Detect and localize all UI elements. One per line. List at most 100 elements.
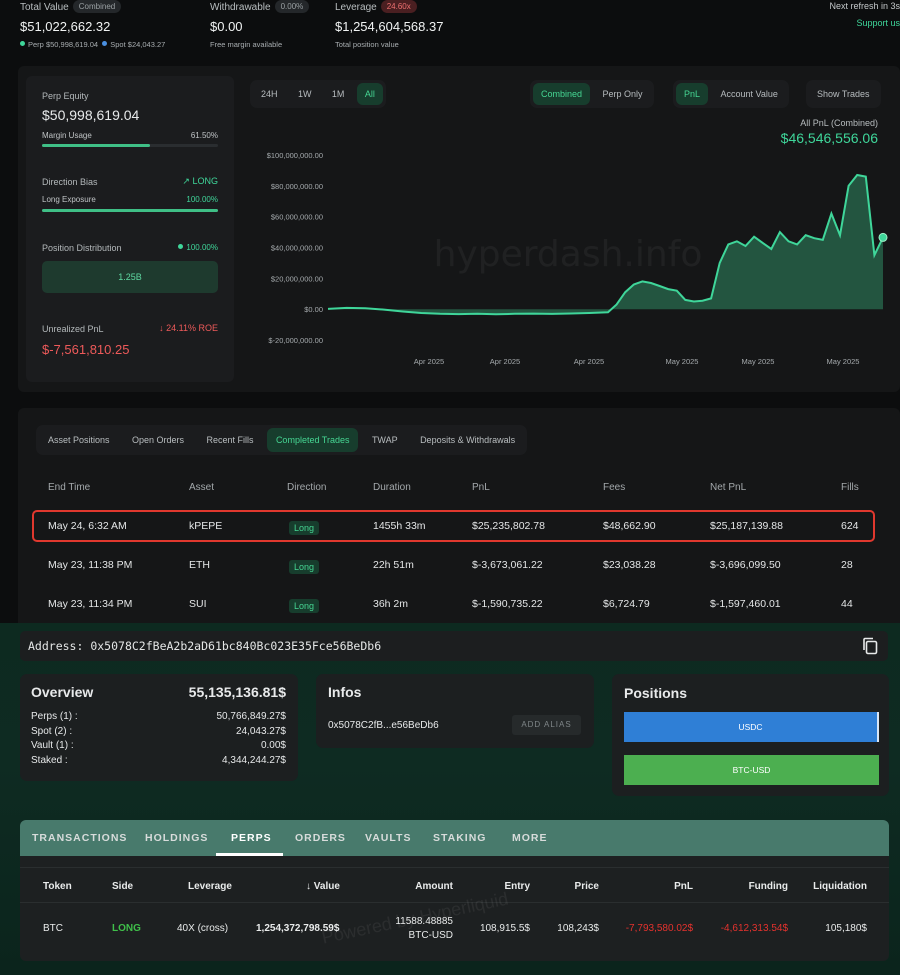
- y-tick-label: $20,000,000.00: [271, 274, 323, 283]
- col-liquidation[interactable]: Liquidation: [813, 881, 867, 892]
- tab-transactions[interactable]: TRANSACTIONS: [32, 832, 127, 844]
- table-row[interactable]: May 24, 6:32 AM kPEPE Long 1455h 33m $25,235…: [0, 520, 900, 536]
- y-tick-label: $80,000,000.00: [271, 182, 323, 191]
- col-duration[interactable]: Duration: [373, 482, 411, 493]
- unrealized-pnl-label: Unrealized PnL: [42, 324, 104, 334]
- perp-equity-value: $50,998,619.04: [42, 107, 140, 123]
- table-row[interactable]: May 23, 11:38 PM ETH Long 22h 51m $-3,673,06…: [0, 559, 900, 575]
- y-tick-label: $40,000,000.00: [271, 244, 323, 253]
- direction-bias-value: LONG: [192, 176, 218, 186]
- address-text: Address: 0x5078C2fBeA2b2aD61bc840Bc023E3…: [28, 639, 381, 653]
- range-all[interactable]: All: [356, 83, 383, 105]
- tab-staking[interactable]: STAKING: [433, 832, 486, 844]
- mode-combined[interactable]: Combined: [533, 83, 591, 105]
- perps-table-card: TRANSACTIONS HOLDINGS PERPS ORDERS VAULT…: [20, 820, 889, 961]
- col-asset[interactable]: Asset: [189, 482, 214, 493]
- positions-card: Positions USDC BTC-USD: [612, 674, 889, 796]
- position-bar-usdc[interactable]: USDC: [624, 712, 879, 742]
- metric-pnl[interactable]: PnL: [676, 83, 709, 105]
- infos-card: Infos 0x5078C2fB...e56BeDb6 ADD ALIAS: [316, 674, 594, 748]
- row-direction: Long: [289, 560, 320, 574]
- tab-deposits-withdrawals[interactable]: Deposits & Withdrawals: [411, 428, 524, 452]
- overview-row-value: 0.00$: [260, 740, 286, 751]
- leverage-badge: 24.60x: [380, 0, 417, 13]
- x-tick-label: May 2025: [827, 357, 860, 366]
- row-pnl: $-1,590,735.22: [472, 598, 543, 610]
- overview-row-value: 4,344,244.27$: [222, 754, 286, 766]
- row-fills: 28: [841, 559, 853, 571]
- row-asset: kPEPE: [189, 520, 223, 532]
- col-funding[interactable]: Funding: [749, 881, 788, 892]
- overview-row-value: 24,043.27$: [235, 725, 286, 737]
- row-entry: 108,915.5$: [479, 923, 530, 934]
- range-1m[interactable]: 1M: [324, 83, 353, 105]
- trades-tabs: Asset Positions Open Orders Recent Fills…: [36, 425, 528, 455]
- col-token[interactable]: Token: [43, 881, 72, 892]
- tab-orders[interactable]: ORDERS: [295, 832, 346, 844]
- tab-completed-trades[interactable]: Completed Trades: [266, 428, 359, 452]
- row-end-time: May 24, 6:32 AM: [48, 520, 127, 532]
- address-bar: Address: 0x5078C2fBeA2b2aD61bc840Bc023E3…: [20, 631, 888, 661]
- address-value[interactable]: 0x5078C2fBeA2b2aD61bc840Bc023E35Fce56BeD…: [90, 639, 381, 653]
- position-bar-btc-usd[interactable]: BTC-USD: [624, 755, 879, 785]
- long-exposure-fill: [42, 209, 218, 212]
- range-24h[interactable]: 24H: [253, 83, 286, 105]
- row-net-pnl: $25,187,139.88: [710, 520, 783, 532]
- leverage-value: $1,254,604,568.37: [335, 19, 444, 34]
- total-value-stat: Total Value Combined $51,022,662.32 Perp …: [20, 0, 165, 49]
- row-net-pnl: $-1,597,460.01: [710, 598, 781, 610]
- col-net-pnl[interactable]: Net PnL: [710, 482, 746, 493]
- overview-card: Overview 55,135,136.81$ Perps (1) : 50,76…: [20, 674, 298, 781]
- overview-row-label: Spot (2) :: [31, 725, 73, 737]
- col-amount[interactable]: Amount: [415, 881, 453, 892]
- col-pnl[interactable]: PnL: [472, 482, 490, 493]
- y-tick-label: $-20,000,000.00: [268, 336, 323, 345]
- copy-icon[interactable]: [862, 637, 878, 660]
- pnl-end-point[interactable]: [878, 232, 888, 242]
- col-perp-pnl[interactable]: PnL: [674, 881, 693, 892]
- x-tick-label: Apr 2025: [414, 357, 444, 366]
- col-fills[interactable]: Fills: [841, 482, 859, 493]
- tab-perps[interactable]: PERPS: [231, 832, 272, 844]
- total-value-label: Total Value: [20, 2, 69, 13]
- col-end-time[interactable]: End Time: [48, 482, 90, 493]
- col-leverage[interactable]: Leverage: [188, 881, 232, 892]
- overview-row-label: Perps (1) :: [31, 711, 78, 722]
- col-side[interactable]: Side: [112, 881, 133, 892]
- tab-asset-positions[interactable]: Asset Positions: [39, 428, 119, 452]
- direction-bias: ↗ LONG: [182, 176, 218, 187]
- col-value[interactable]: ↓ Value: [306, 881, 340, 892]
- all-pnl-label: All PnL (Combined): [800, 118, 878, 128]
- trades-header: End Time Asset Direction Duration PnL Fe…: [0, 482, 900, 496]
- row-asset: SUI: [189, 598, 207, 610]
- tab-holdings[interactable]: HOLDINGS: [145, 832, 208, 844]
- col-price[interactable]: Price: [575, 881, 599, 892]
- col-direction[interactable]: Direction: [287, 482, 326, 493]
- col-entry[interactable]: Entry: [504, 881, 530, 892]
- active-tab-underline: [216, 853, 283, 856]
- unrealized-roe-value: 24.11% ROE: [166, 323, 218, 333]
- spot-dot-icon: [102, 41, 108, 46]
- table-row[interactable]: May 23, 11:34 PM SUI Long 36h 2m $-1,590,735…: [0, 598, 900, 614]
- unrealized-pnl-value: $-7,561,810.25: [42, 342, 130, 357]
- tab-more[interactable]: MORE: [512, 832, 548, 844]
- metric-account-value[interactable]: Account Value: [712, 83, 785, 105]
- long-exposure-label: Long Exposure: [42, 195, 96, 204]
- row-duration: 1455h 33m: [373, 520, 426, 532]
- long-exposure-row: Long Exposure 100.00%: [42, 195, 218, 204]
- col-fees[interactable]: Fees: [603, 482, 625, 493]
- mode-perp-only[interactable]: Perp Only: [594, 83, 650, 105]
- perp-value: $50,998,619.04: [45, 40, 99, 49]
- support-link[interactable]: Support us: [790, 18, 900, 28]
- add-alias-button[interactable]: ADD ALIAS: [512, 715, 581, 735]
- tab-twap[interactable]: TWAP: [363, 428, 407, 452]
- show-trades-button[interactable]: Show Trades: [809, 83, 878, 105]
- tab-recent-fills[interactable]: Recent Fills: [197, 428, 262, 452]
- tab-open-orders[interactable]: Open Orders: [123, 428, 193, 452]
- tab-vaults[interactable]: VAULTS: [365, 832, 411, 844]
- address-label: Address:: [28, 639, 84, 653]
- row-duration: 36h 2m: [373, 598, 409, 610]
- infos-address: 0x5078C2fB...e56BeDb6: [328, 720, 439, 731]
- range-1w[interactable]: 1W: [290, 83, 320, 105]
- overview-title: Overview: [31, 684, 94, 700]
